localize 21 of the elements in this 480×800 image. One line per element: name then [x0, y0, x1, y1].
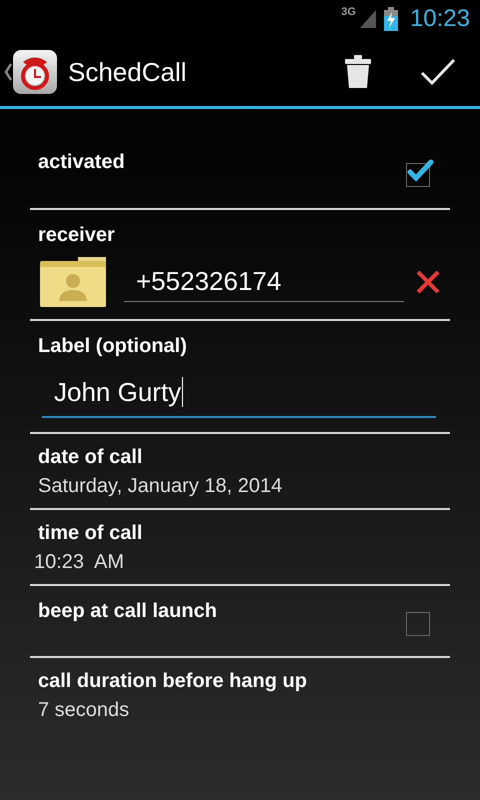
signal-icon: [360, 10, 376, 28]
close-icon: [416, 270, 440, 294]
app-title: SchedCall: [68, 56, 187, 88]
setting-label: receiver: [38, 224, 116, 247]
setting-row[interactable]: time of call 10:23 AM: [30, 510, 450, 584]
clock-time: 10:23: [410, 5, 470, 33]
clear-button[interactable]: [416, 270, 440, 294]
battery-charging-icon: [384, 7, 398, 31]
setting-row[interactable]: call duration before hang up 7 seconds: [30, 658, 450, 732]
network-label: 3G: [341, 6, 356, 18]
contact-folder-icon[interactable]: [38, 255, 108, 309]
app-logo[interactable]: [12, 49, 58, 95]
caret-icon[interactable]: [4, 63, 12, 81]
setting-row[interactable]: date of call Saturday, January 18, 2014: [30, 434, 450, 508]
phone-input-field[interactable]: +552326174: [124, 262, 404, 302]
setting-row[interactable]: beep at call launch: [30, 586, 450, 656]
checkmark-icon: [420, 58, 456, 86]
trash-icon: [345, 55, 371, 89]
checkbox[interactable]: [406, 612, 430, 636]
label-input-field[interactable]: John Gurty: [42, 372, 436, 418]
setting-label: Label (optional): [38, 335, 188, 358]
